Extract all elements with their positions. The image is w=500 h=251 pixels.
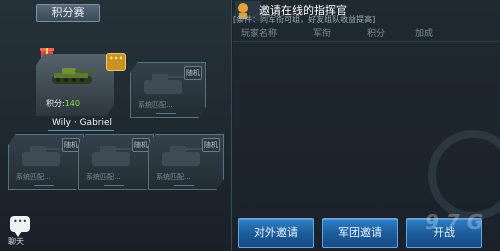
chat-button[interactable]: ••• 聊天 [6,216,34,248]
external-invite-button[interactable]: 对外邀请 [238,218,314,248]
team-slot-3[interactable]: 随机 系统匹配... [78,134,154,190]
chat-label: 聊天 [8,237,24,246]
player-slot[interactable]: 积分:140 [36,54,114,116]
slot-status: 系统匹配... [16,173,51,181]
slot-status: 系统匹配... [86,173,121,181]
col-bonus: 加成 [415,29,434,39]
random-badge: 随机 [184,66,202,80]
tank-silhouette-icon [162,146,202,166]
team-invite-button[interactable]: 军团邀请 [322,218,398,248]
slot-status: 系统匹配... [138,101,173,109]
random-badge: 随机 [62,138,80,152]
team-slot-4[interactable]: 随机 系统匹配... [148,134,224,190]
slot-status: 系统匹配... [156,173,191,181]
tab-score-match[interactable]: 积分赛 [36,4,100,22]
header-divider [233,41,500,42]
tank-icon [52,68,95,84]
tank-silhouette-icon [144,74,184,94]
tank-silhouette-icon [92,146,132,166]
team-slot-2[interactable]: 随机 系统匹配... [8,134,84,190]
col-player-name: 玩家名称 [241,29,278,39]
emblem-decoration [428,130,500,220]
col-rank: 军衔 [313,29,332,39]
player-name: Wily · Gabriel [51,118,113,128]
team-panel: 积分赛 积分:140 Wily · Gabriel 随机 系统匹配... [0,0,232,251]
invite-conditions: [条件：同军衔可组，好友组队收益提高] [233,15,376,24]
team-slot-1[interactable]: 随机 系统匹配... [130,62,206,118]
col-score: 积分 [367,29,386,39]
message-icon[interactable] [106,53,126,71]
random-badge: 随机 [132,138,150,152]
random-badge: 随机 [202,138,220,152]
name-underline [48,130,114,131]
player-score: 积分:140 [46,99,80,108]
table-header: 玩家名称 军衔 积分 加成 [233,26,500,42]
chat-icon: ••• [10,216,30,237]
tank-silhouette-icon [22,146,62,166]
watermark-logo: 9 7 G [425,210,484,234]
